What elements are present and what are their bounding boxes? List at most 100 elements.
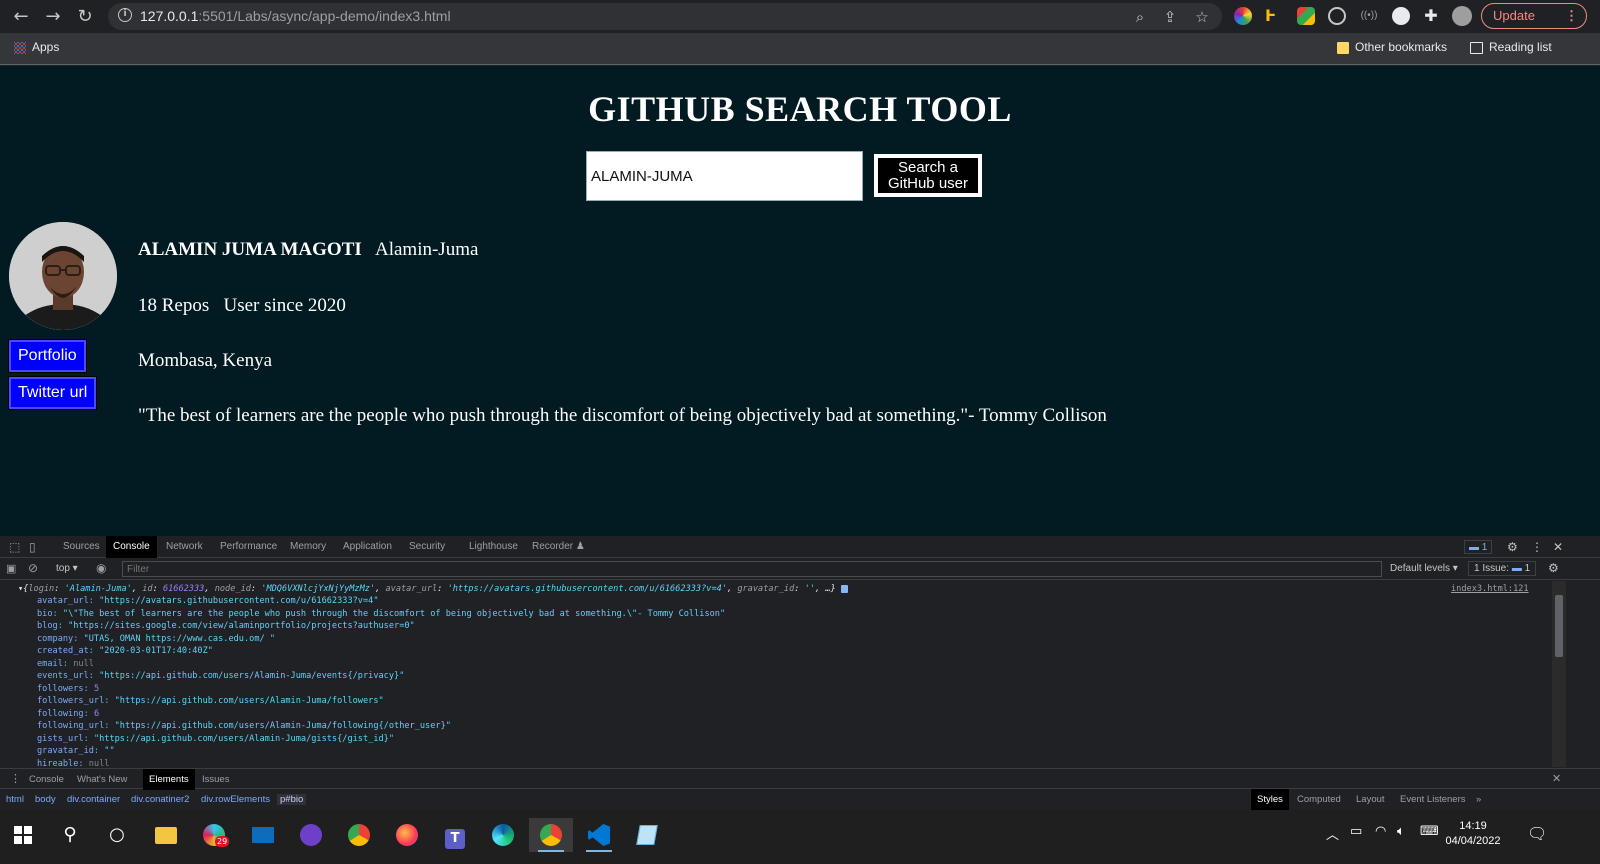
vscode-icon[interactable] bbox=[582, 818, 616, 852]
tab-console[interactable]: Console bbox=[106, 536, 157, 558]
firefox-icon[interactable] bbox=[390, 818, 424, 852]
puzzle-icon[interactable]: ✚ bbox=[1422, 7, 1440, 25]
edge-icon[interactable] bbox=[486, 818, 520, 852]
tab-lighthouse[interactable]: Lighthouse bbox=[462, 536, 525, 558]
bookmark-reading-list[interactable]: Reading list bbox=[1470, 40, 1552, 54]
console-property[interactable]: avatar_url: "https://avatars.githubuserc… bbox=[37, 596, 379, 606]
drawer-tab-whats-new[interactable]: What's New bbox=[71, 769, 133, 790]
console-scrollbar[interactable] bbox=[1552, 581, 1566, 767]
console-property[interactable]: bio: "\"The best of learners are the peo… bbox=[37, 609, 725, 619]
settings-icon[interactable]: ⚙ bbox=[1500, 536, 1525, 558]
console-property[interactable]: followers_url: "https://api.github.com/u… bbox=[37, 696, 384, 706]
clear-console-icon[interactable]: ⊘ bbox=[28, 561, 38, 575]
search-button[interactable]: Search a GitHub user bbox=[874, 154, 982, 197]
notifications-icon[interactable]: 🗨︎ bbox=[1527, 824, 1547, 843]
share-icon[interactable]: ⇪ bbox=[1160, 7, 1180, 27]
slack-icon[interactable]: 29 bbox=[197, 818, 231, 852]
tab-recorder[interactable]: Recorder ♟ bbox=[525, 536, 592, 558]
sidebar-toggle-icon[interactable]: ▣ bbox=[6, 562, 16, 575]
drawer-tab-elements[interactable]: Elements bbox=[143, 769, 195, 790]
crumb-row-elements[interactable]: div.rowElements bbox=[201, 794, 270, 805]
search-icon[interactable]: ⚲ bbox=[53, 818, 87, 852]
color-extension-icon[interactable] bbox=[1234, 7, 1252, 25]
pen-extension-icon[interactable]: Ⱶ bbox=[1265, 7, 1283, 25]
levels-select[interactable]: Default levels ▾ bbox=[1390, 563, 1458, 574]
more-tabs-icon[interactable]: » bbox=[1470, 789, 1487, 810]
chrome-active-icon[interactable] bbox=[529, 818, 573, 852]
console-property[interactable]: gists_url: "https://api.github.com/users… bbox=[37, 734, 394, 744]
close-devtools-icon[interactable]: ✕ bbox=[1546, 536, 1570, 558]
zoom-icon[interactable]: ⌕ bbox=[1130, 7, 1150, 27]
tab-network[interactable]: Network bbox=[159, 536, 210, 558]
star-icon[interactable]: ☆ bbox=[1192, 7, 1212, 27]
crumb-body[interactable]: body bbox=[35, 794, 56, 805]
search-input[interactable] bbox=[586, 151, 863, 201]
back-icon[interactable]: ← bbox=[9, 5, 33, 29]
bookmark-other[interactable]: Other bookmarks bbox=[1337, 40, 1447, 54]
tab-application[interactable]: Application bbox=[336, 536, 399, 558]
battery-icon[interactable]: ▭ bbox=[1350, 824, 1362, 839]
scrollbar-thumb[interactable] bbox=[1555, 595, 1563, 657]
volume-icon[interactable]: 🔈︎ bbox=[1397, 824, 1405, 839]
crumb-container[interactable]: div.container bbox=[67, 794, 120, 805]
console-property[interactable]: hireable: null bbox=[37, 759, 109, 768]
forward-icon[interactable]: → bbox=[41, 5, 65, 29]
tab-layout[interactable]: Layout bbox=[1350, 789, 1391, 810]
messages-badge[interactable]: ▬ 1 bbox=[1464, 540, 1493, 554]
tab-memory[interactable]: Memory bbox=[283, 536, 333, 558]
portfolio-button[interactable]: Portfolio bbox=[8, 339, 87, 373]
chrome-icon[interactable] bbox=[342, 818, 376, 852]
console-settings-icon[interactable]: ⚙ bbox=[1548, 561, 1559, 575]
console-property[interactable]: following_url: "https://api.github.com/u… bbox=[37, 721, 451, 731]
console-property[interactable]: followers: 5 bbox=[37, 684, 99, 694]
reload-icon[interactable]: ↻ bbox=[73, 5, 97, 29]
file-explorer-icon[interactable] bbox=[149, 818, 183, 852]
address-bar[interactable]: i 127.0.0.1:5501/Labs/async/app-demo/ind… bbox=[108, 3, 1222, 30]
circle-extension-icon[interactable] bbox=[1392, 7, 1410, 25]
tab-performance[interactable]: Performance bbox=[213, 536, 284, 558]
tab-security[interactable]: Security bbox=[402, 536, 452, 558]
github-icon[interactable] bbox=[294, 818, 328, 852]
windows-start-icon[interactable] bbox=[6, 818, 40, 852]
console-property[interactable]: following: 6 bbox=[37, 709, 99, 719]
bookmark-apps[interactable]: Apps bbox=[14, 40, 59, 54]
console-property[interactable]: created_at: "2020-03-01T17:40:40Z" bbox=[37, 646, 213, 656]
filter-input[interactable] bbox=[122, 561, 1382, 577]
wifi-icon[interactable]: ◠ bbox=[1375, 824, 1386, 839]
update-button[interactable]: Update ⋮ bbox=[1481, 3, 1587, 29]
tab-styles[interactable]: Styles bbox=[1251, 789, 1289, 810]
mail-icon[interactable] bbox=[246, 818, 280, 852]
task-view-icon[interactable]: ○ bbox=[100, 818, 134, 852]
object-summary[interactable]: ▾{login: 'Alamin-Juma', id: 61662333, no… bbox=[18, 584, 848, 594]
tray-expand-icon[interactable]: ︿ bbox=[1326, 824, 1339, 843]
teams-icon[interactable]: T bbox=[438, 818, 472, 852]
issues-button[interactable]: 1 Issue: ▬ 1 bbox=[1468, 561, 1537, 576]
notepad-icon[interactable] bbox=[630, 818, 664, 852]
console-property[interactable]: gravatar_id: "" bbox=[37, 746, 115, 756]
sheets-extension-icon[interactable] bbox=[1297, 7, 1315, 25]
crumb-bio[interactable]: p#bio bbox=[277, 794, 307, 805]
keyboard-icon[interactable]: ⌨ bbox=[1420, 824, 1439, 839]
console-property[interactable]: blog: "https://sites.google.com/view/ala… bbox=[37, 621, 415, 631]
url-text[interactable]: 127.0.0.1:5501/Labs/async/app-demo/index… bbox=[140, 8, 451, 24]
site-info-icon[interactable]: i bbox=[118, 8, 132, 22]
broadcast-extension-icon[interactable]: ((•)) bbox=[1360, 7, 1378, 25]
close-drawer-icon[interactable]: ✕ bbox=[1546, 769, 1567, 790]
console-property[interactable]: events_url: "https://api.github.com/user… bbox=[37, 671, 404, 681]
clock[interactable]: 14:19 04/04/2022 bbox=[1440, 819, 1506, 849]
device-toggle-icon[interactable]: ▯ bbox=[22, 536, 43, 558]
menu-dots-icon[interactable]: ⋮ bbox=[1565, 4, 1578, 28]
globe-extension-icon[interactable] bbox=[1328, 7, 1346, 25]
eye-icon[interactable]: ◉ bbox=[96, 561, 106, 575]
context-select[interactable]: top ▾ bbox=[56, 563, 78, 574]
tab-sources[interactable]: Sources bbox=[56, 536, 107, 558]
profile-avatar-icon[interactable] bbox=[1452, 6, 1472, 26]
crumb-html[interactable]: html bbox=[6, 794, 24, 805]
drawer-tab-console[interactable]: Console bbox=[23, 769, 70, 790]
console-property[interactable]: company: "UTAS, OMAN https://www.cas.edu… bbox=[37, 634, 275, 644]
tab-event-listeners[interactable]: Event Listeners bbox=[1394, 789, 1471, 810]
source-link[interactable]: index3.html:121 bbox=[1451, 584, 1529, 594]
console-property[interactable]: email: null bbox=[37, 659, 94, 669]
crumb-container2[interactable]: div.conatiner2 bbox=[131, 794, 189, 805]
twitter-button[interactable]: Twitter url bbox=[7, 376, 98, 410]
